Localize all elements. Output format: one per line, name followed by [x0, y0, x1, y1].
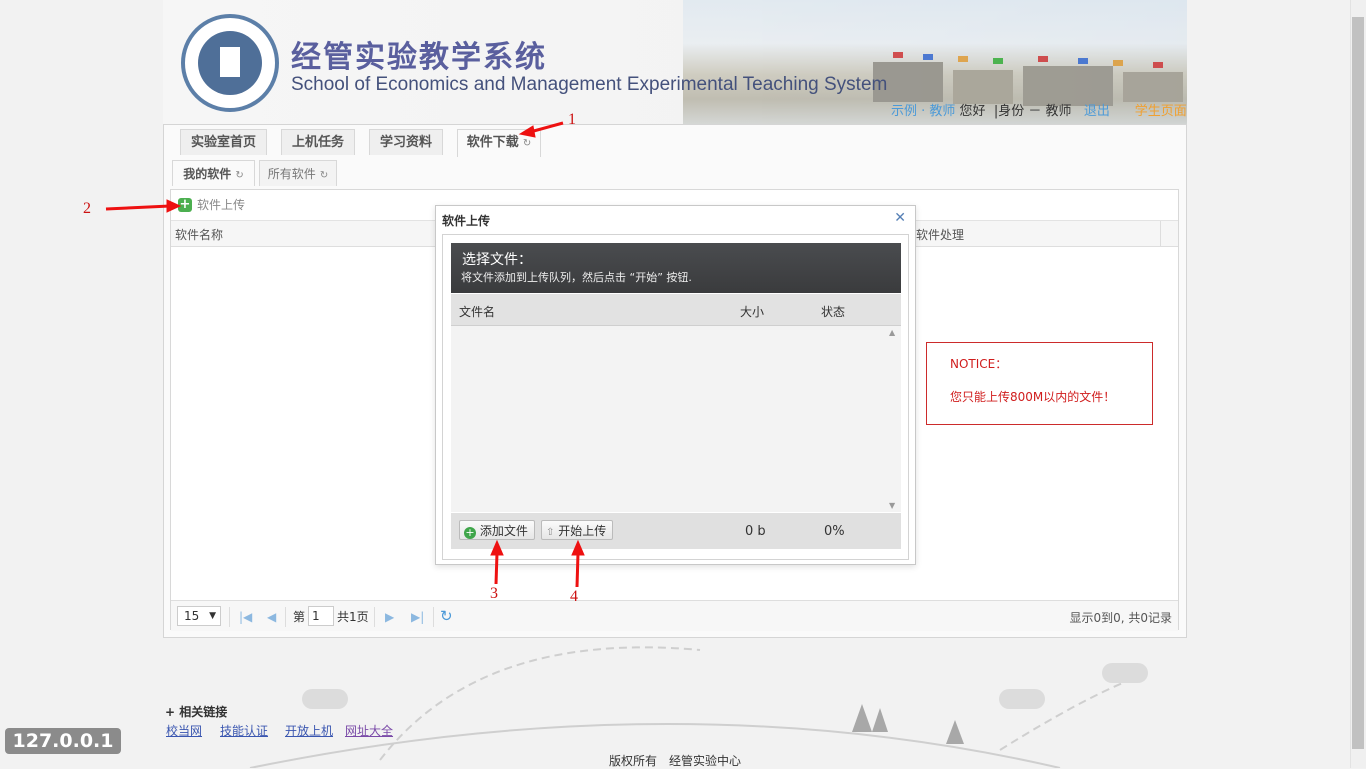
cloud-decoration: [302, 689, 348, 709]
link-skill-cert[interactable]: 技能认证: [220, 722, 268, 739]
annotation-3: 3: [490, 585, 498, 602]
link-url-directory[interactable]: 网址大全: [345, 722, 393, 739]
annotation-1: 1: [568, 111, 576, 128]
ip-badge: 127.0.0.1: [5, 728, 121, 754]
copyright-text: 版权所有 经管实验中心: [609, 754, 742, 768]
annotation-2: 2: [83, 200, 91, 217]
annotation-4: 4: [570, 588, 578, 605]
cloud-decoration: [999, 689, 1045, 709]
page-scrollbar-thumb[interactable]: [1352, 17, 1364, 749]
cloud-decoration: [1102, 663, 1148, 683]
related-links-title: + 相关链接: [165, 705, 228, 719]
link-xiaodang[interactable]: 校当网: [166, 722, 202, 739]
link-open-lab[interactable]: 开放上机: [285, 722, 333, 739]
